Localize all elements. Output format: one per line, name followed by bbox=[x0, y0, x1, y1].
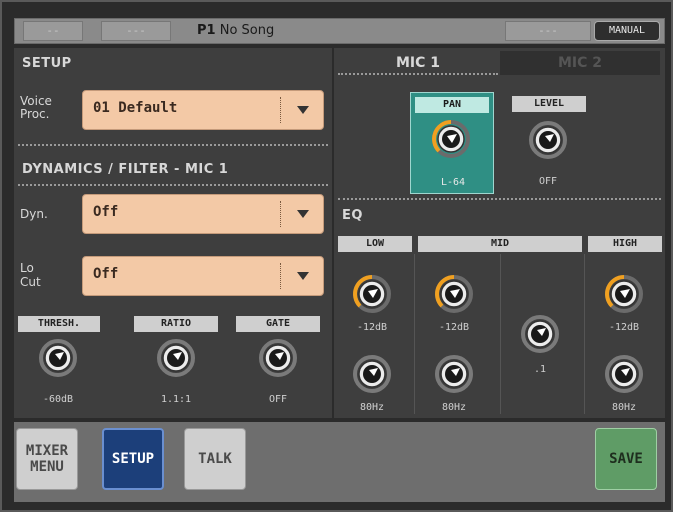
mid-q-value: .1 bbox=[533, 364, 547, 375]
tab-mic1[interactable]: MIC 1 bbox=[338, 51, 498, 75]
top-status-bar: -- --- P1 No Song --- MANUAL bbox=[14, 18, 665, 44]
divider bbox=[18, 184, 328, 186]
thresh-knob[interactable] bbox=[38, 338, 78, 378]
left-panel: SETUP Voice Proc. 01 Default DYNAMICS / … bbox=[14, 48, 332, 418]
eq-mid-label: MID bbox=[418, 236, 582, 252]
gate-label: GATE bbox=[236, 316, 320, 332]
dropdown-separator bbox=[280, 263, 281, 289]
ratio-value: 1.1:1 bbox=[160, 394, 192, 405]
mid-gain-value: -12dB bbox=[438, 322, 470, 333]
high-freq-knob[interactable] bbox=[604, 354, 644, 394]
locut-dropdown[interactable]: Off bbox=[82, 256, 324, 296]
chevron-down-icon bbox=[297, 210, 309, 218]
ratio-label: RATIO bbox=[134, 316, 218, 332]
dropdown-separator bbox=[280, 201, 281, 227]
pan-value: L-64 bbox=[440, 177, 466, 188]
save-button[interactable]: SAVE bbox=[595, 428, 657, 490]
ratio-knob[interactable] bbox=[156, 338, 196, 378]
pan-label: PAN bbox=[415, 97, 489, 113]
thresh-label: THRESH. bbox=[18, 316, 100, 332]
level-value: OFF bbox=[538, 176, 558, 187]
chevron-down-icon bbox=[297, 272, 309, 280]
setup-title: SETUP bbox=[22, 56, 72, 71]
eq-low-label: LOW bbox=[338, 236, 412, 252]
low-freq-value: 80Hz bbox=[359, 402, 385, 413]
dynamics-title: DYNAMICS / FILTER - MIC 1 bbox=[22, 162, 229, 177]
divider bbox=[338, 198, 661, 200]
top-seg-3: --- bbox=[505, 21, 591, 41]
right-panel: MIC 1 MIC 2 PAN L-64 LEVEL OFF EQ LOW MI… bbox=[334, 48, 665, 418]
level-knob[interactable] bbox=[528, 120, 568, 160]
bottom-button-bar: MIXER MENU SETUP TALK SAVE bbox=[14, 422, 665, 502]
chevron-down-icon bbox=[297, 106, 309, 114]
setup-button[interactable]: SETUP bbox=[102, 428, 164, 490]
high-gain-value: -12dB bbox=[608, 322, 640, 333]
dyn-label: Dyn. bbox=[20, 207, 48, 221]
pan-control[interactable]: PAN L-64 bbox=[410, 92, 494, 194]
song-name: No Song bbox=[219, 23, 275, 38]
low-gain-value: -12dB bbox=[356, 322, 388, 333]
divider bbox=[18, 144, 328, 146]
high-gain-knob[interactable] bbox=[604, 274, 644, 314]
mid-gain-knob[interactable] bbox=[434, 274, 474, 314]
dyn-dropdown[interactable]: Off bbox=[82, 194, 324, 234]
mixer-menu-button[interactable]: MIXER MENU bbox=[16, 428, 78, 490]
gate-value: OFF bbox=[268, 394, 288, 405]
dropdown-separator bbox=[280, 97, 281, 123]
low-gain-knob[interactable] bbox=[352, 274, 392, 314]
dyn-value: Off bbox=[93, 204, 119, 220]
tab-mic2[interactable]: MIC 2 bbox=[500, 51, 660, 75]
low-freq-knob[interactable] bbox=[352, 354, 392, 394]
high-freq-value: 80Hz bbox=[611, 402, 637, 413]
locut-value: Off bbox=[93, 266, 119, 282]
pan-knob[interactable] bbox=[431, 119, 471, 159]
mid-q-knob[interactable] bbox=[520, 314, 560, 354]
song-title: P1 No Song bbox=[197, 21, 274, 41]
talk-button[interactable]: TALK bbox=[184, 428, 246, 490]
eq-col-divider bbox=[414, 254, 415, 414]
song-prefix: P1 bbox=[197, 23, 216, 38]
top-seg-1: -- bbox=[23, 21, 83, 41]
top-seg-2: --- bbox=[101, 21, 171, 41]
voice-proc-value: 01 Default bbox=[93, 100, 178, 116]
app-frame: -- --- P1 No Song --- MANUAL SETUP Voice… bbox=[0, 0, 673, 512]
mid-freq-value: 80Hz bbox=[441, 402, 467, 413]
voice-proc-dropdown[interactable]: 01 Default bbox=[82, 90, 324, 130]
gate-knob[interactable] bbox=[258, 338, 298, 378]
manual-button[interactable]: MANUAL bbox=[594, 21, 660, 41]
locut-label-2: Cut bbox=[20, 275, 41, 289]
locut-label-1: Lo bbox=[20, 261, 34, 275]
thresh-value: -60dB bbox=[42, 394, 74, 405]
eq-col-divider bbox=[500, 254, 501, 414]
mid-freq-knob[interactable] bbox=[434, 354, 474, 394]
eq-col-divider bbox=[584, 254, 585, 414]
voice-proc-label-2: Proc. bbox=[20, 107, 50, 121]
eq-high-label: HIGH bbox=[588, 236, 662, 252]
level-label: LEVEL bbox=[512, 96, 586, 112]
eq-title: EQ bbox=[342, 208, 363, 223]
